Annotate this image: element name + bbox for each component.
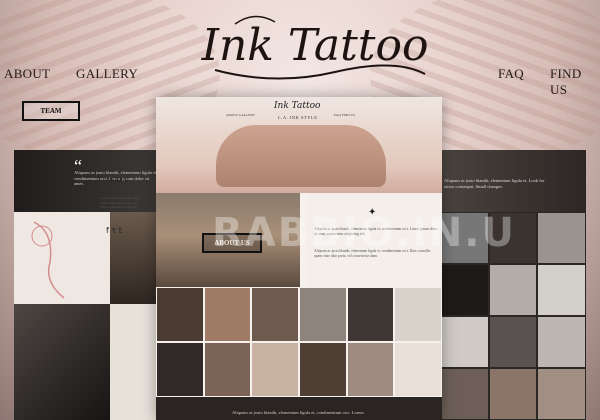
gallery-thumb[interactable] bbox=[394, 342, 442, 397]
gallery-thumb[interactable] bbox=[346, 287, 395, 342]
gallery-thumb[interactable] bbox=[156, 342, 204, 397]
center-footer bbox=[156, 397, 442, 420]
artist-bio: Lorem ipsum dolor sit amet, consectetur … bbox=[100, 196, 140, 209]
right-preview-screen: Aliquam ac justo blandit, elementum ligu… bbox=[440, 150, 586, 420]
about-paragraph-2: Aliquam ac justo blandit, elementum ligu… bbox=[314, 249, 431, 258]
gallery-thumb[interactable] bbox=[251, 287, 299, 342]
gallery-thumb[interactable] bbox=[299, 342, 347, 397]
twitter-icon[interactable]: t bbox=[119, 226, 122, 235]
mockup-stage: Ink Tattoo ABOUT GALLERY FAQ FIND US “ A… bbox=[0, 0, 600, 420]
about-paragraph-1: Aliquam ac justo blandit, elementum ligu… bbox=[314, 227, 438, 236]
gallery-thumb[interactable] bbox=[488, 264, 538, 316]
gallery-thumb[interactable] bbox=[488, 368, 538, 420]
center-logo[interactable]: Ink Tattoo bbox=[274, 101, 320, 111]
gallery-thumb[interactable] bbox=[537, 368, 586, 420]
team-button[interactable]: TEAM bbox=[22, 101, 80, 121]
center-subtitle: L.A. INK STYLE bbox=[278, 115, 318, 120]
ink-tattoo-logo[interactable]: Ink Tattoo bbox=[185, 2, 445, 92]
left-preview-screen: “ Aliquam ac justo blandit, elementum li… bbox=[14, 150, 160, 420]
artist-name: KAT V bbox=[110, 178, 129, 184]
artist-portrait-photo bbox=[14, 304, 110, 420]
nav-find-us[interactable]: FIND US bbox=[550, 66, 600, 98]
gallery-thumb[interactable] bbox=[537, 316, 586, 368]
gallery-thumb[interactable] bbox=[156, 287, 204, 342]
gallery-thumb[interactable] bbox=[440, 264, 489, 316]
tattoo-machine-icon: ✦ bbox=[368, 207, 377, 218]
center-nav-left[interactable]: ABOUT GALLERY bbox=[226, 113, 255, 117]
facebook-icon[interactable]: f bbox=[106, 226, 109, 235]
right-gallery-grid bbox=[440, 212, 586, 420]
gallery-thumb[interactable] bbox=[203, 342, 252, 397]
gallery-thumb[interactable] bbox=[346, 342, 395, 397]
gallery-thumb[interactable] bbox=[440, 368, 489, 420]
sketch-image bbox=[14, 212, 110, 304]
gallery-thumb[interactable] bbox=[251, 342, 299, 397]
gallery-thumb[interactable] bbox=[537, 212, 586, 264]
gallery-thumb[interactable] bbox=[537, 264, 586, 316]
gallery-thumb[interactable] bbox=[299, 287, 347, 342]
center-nav-right[interactable]: FAQ FIND US bbox=[334, 113, 355, 117]
gallery-thumb[interactable] bbox=[440, 212, 489, 264]
sketch-drawing bbox=[31, 221, 65, 299]
right-quote: Aliquam ac justo blandit, elementum ligu… bbox=[444, 178, 545, 189]
social-icons: f τ t bbox=[106, 226, 122, 235]
nav-gallery[interactable]: GALLERY bbox=[76, 66, 138, 82]
artist-info-panel bbox=[110, 304, 160, 420]
gallery-thumb[interactable] bbox=[394, 287, 442, 342]
gallery-thumb[interactable] bbox=[440, 316, 489, 368]
gallery-thumb[interactable] bbox=[203, 287, 252, 342]
tattooed-arms-image bbox=[216, 125, 386, 187]
nav-faq[interactable]: FAQ bbox=[498, 66, 524, 82]
center-gallery-grid bbox=[156, 287, 442, 397]
nav-about[interactable]: ABOUT bbox=[4, 66, 50, 82]
svg-text:Ink Tattoo: Ink Tattoo bbox=[201, 20, 429, 71]
gallery-thumb[interactable] bbox=[488, 316, 538, 368]
gallery-thumb[interactable] bbox=[488, 212, 538, 264]
tumblr-icon[interactable]: τ bbox=[111, 226, 116, 235]
about-us-button[interactable]: ABOUT US bbox=[202, 233, 262, 253]
center-preview-screen: Ink Tattoo L.A. INK STYLE ABOUT GALLERY … bbox=[156, 97, 442, 420]
footer-quote: Aliquam ac justo blandit, elementum ligu… bbox=[232, 410, 364, 415]
